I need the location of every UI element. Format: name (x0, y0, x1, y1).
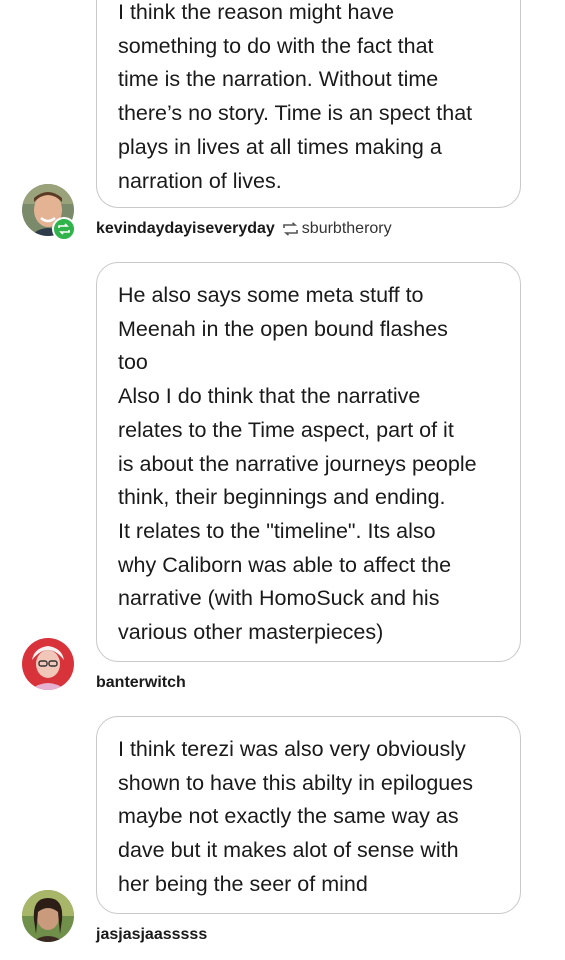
username-link[interactable]: jasjasjaasssss (96, 926, 207, 944)
reply-text: I think the reason might have something … (118, 0, 473, 193)
reply-author-line: jasjasjaasssss (96, 926, 207, 944)
reblog-badge-icon (52, 217, 76, 241)
reply-text: I think terezi was also very obviously s… (118, 737, 473, 896)
reply-text: He also says some meta stuff to Meenah i… (118, 283, 477, 645)
reply-author-line: kevindaydayiseveryday sburbtherory (96, 220, 392, 238)
reply-author-line: banterwitch (96, 674, 186, 692)
username-link[interactable]: kevindaydayiseveryday (96, 220, 275, 238)
avatar-photo-icon (22, 638, 74, 690)
avatar[interactable] (22, 638, 74, 690)
username-link[interactable]: banterwitch (96, 674, 186, 692)
reply-bubble: I think the reason might have something … (96, 0, 521, 208)
reblogged-from-link[interactable]: sburbtherory (302, 220, 392, 238)
reblog-icon (282, 222, 298, 236)
reply-bubble: He also says some meta stuff to Meenah i… (96, 262, 521, 662)
avatar-photo-icon (22, 890, 74, 942)
avatar[interactable] (22, 890, 74, 942)
reply-bubble: I think terezi was also very obviously s… (96, 716, 521, 914)
